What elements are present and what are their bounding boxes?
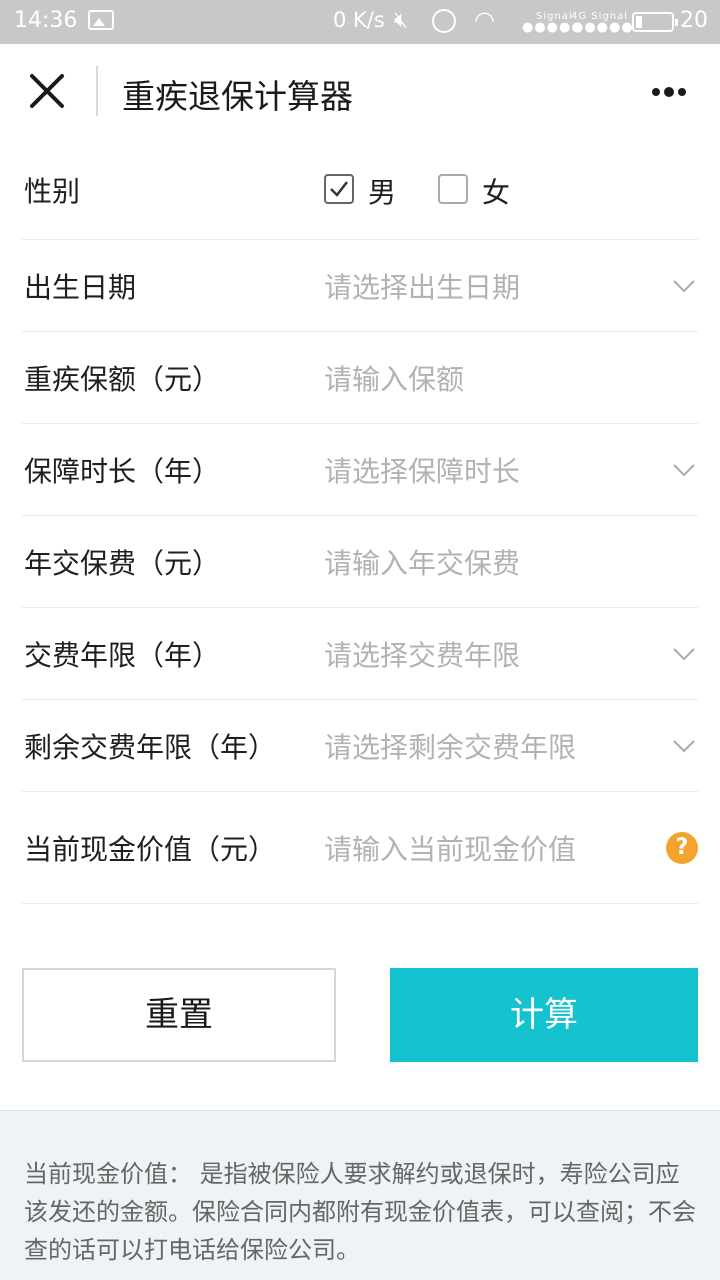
annual-premium-input[interactable]: 请输入年交保费 — [324, 542, 520, 582]
status-bar: 14:36 0 K/s 🔇︎ ◠ Signal ●●●●● 4G Signal … — [0, 0, 720, 44]
nav-bar: 重疾退保计算器 — [0, 44, 720, 140]
remaining-term-row[interactable]: 剩余交费年限（年） 请选择剩余交费年限 — [22, 700, 698, 792]
checkmark-icon — [330, 180, 348, 197]
cash-value-row[interactable]: 当前现金价值（元） 请输入当前现金价值 ? — [22, 792, 698, 904]
gender-label: 性别 — [24, 174, 81, 208]
calculate-button[interactable]: 计算 — [390, 968, 698, 1062]
annual-premium-label: 年交保费（元） — [24, 546, 221, 580]
gender-row: 性别 男 女 — [22, 140, 698, 240]
coverage-input[interactable]: 请输入保额 — [324, 358, 464, 398]
alarm-icon — [432, 9, 456, 33]
chevron-down-icon — [673, 739, 695, 752]
remaining-term-label: 剩余交费年限（年） — [24, 730, 277, 764]
note-text: 当前现金价值： 是指被保险人要求解约或退保时，寿险公司应该发还的金额。保险合同内… — [24, 1160, 696, 1264]
gender-female-label: 女 — [482, 175, 511, 209]
calculator-form: 性别 男 女 出生日期 请选择出生日期 重疾保额（元） 请输入保额 保障时长（年… — [22, 140, 698, 904]
battery-icon — [632, 12, 678, 32]
coverage-label: 重疾保额（元） — [24, 362, 221, 396]
duration-row[interactable]: 保障时长（年） 请选择保障时长 — [22, 424, 698, 516]
nav-divider — [96, 66, 98, 116]
gender-male-label: 男 — [368, 175, 397, 209]
battery-level: 20 — [680, 8, 708, 33]
duration-select[interactable]: 请选择保障时长 — [324, 450, 520, 490]
cash-value-label: 当前现金价值（元） — [24, 832, 277, 866]
remaining-term-select[interactable]: 请选择剩余交费年限 — [324, 726, 576, 766]
reset-button[interactable]: 重置 — [22, 968, 336, 1062]
more-icon — [652, 87, 686, 97]
page-title: 重疾退保计算器 — [122, 77, 353, 116]
payment-term-select[interactable]: 请选择交费年限 — [324, 634, 520, 674]
payment-term-row[interactable]: 交费年限（年） 请选择交费年限 — [22, 608, 698, 700]
wifi-icon: ◠ — [474, 6, 495, 34]
chevron-down-icon — [673, 463, 695, 476]
signal-bars-2: ●●●●● — [572, 20, 634, 35]
gender-male-option[interactable]: 男 — [324, 173, 404, 209]
status-time: 14:36 — [14, 8, 78, 33]
birthdate-row[interactable]: 出生日期 请选择出生日期 — [22, 240, 698, 332]
chevron-down-icon — [673, 647, 695, 660]
net-speed: 0 K/s — [333, 8, 385, 32]
info-note: 当前现金价值： 是指被保险人要求解约或退保时，寿险公司应该发还的金额。保险合同内… — [0, 1110, 720, 1280]
help-icon[interactable]: ? — [666, 831, 698, 864]
cash-value-input[interactable]: 请输入当前现金价值 — [324, 828, 576, 868]
close-button[interactable] — [22, 70, 74, 114]
gallery-icon — [88, 10, 114, 30]
gender-female-option[interactable]: 女 — [438, 173, 518, 209]
payment-term-label: 交费年限（年） — [24, 638, 221, 672]
coverage-row[interactable]: 重疾保额（元） 请输入保额 — [22, 332, 698, 424]
chevron-down-icon — [673, 279, 695, 292]
birthdate-label: 出生日期 — [24, 270, 137, 304]
birthdate-select[interactable]: 请选择出生日期 — [324, 266, 520, 306]
annual-premium-row[interactable]: 年交保费（元） 请输入年交保费 — [22, 516, 698, 608]
duration-label: 保障时长（年） — [24, 454, 221, 488]
checkbox-checked-icon[interactable] — [324, 173, 354, 204]
more-button[interactable] — [648, 76, 692, 108]
close-icon — [30, 74, 64, 108]
checkbox-unchecked-icon[interactable] — [438, 173, 468, 204]
mute-icon: 🔇︎ — [394, 8, 408, 33]
